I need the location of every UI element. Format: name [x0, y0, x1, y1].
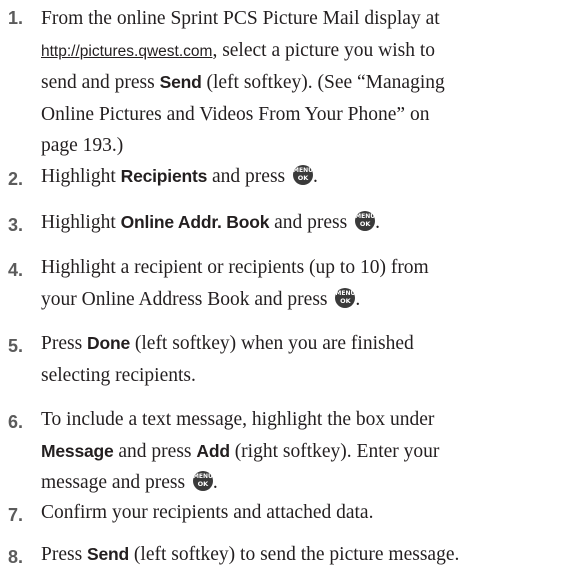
step-text: Press Send (left softkey) to send the pi…	[41, 539, 561, 571]
step-number: 1.	[8, 8, 24, 28]
step-text: From the online Sprint PCS Picture Mail …	[41, 3, 561, 162]
step-number: 7.	[8, 505, 24, 525]
step-text-line: send and press	[41, 72, 160, 93]
step-text: Highlight Recipients and press MENU OK.	[41, 165, 318, 187]
step-text-line: To include a text message, highlight the…	[41, 409, 435, 430]
step-text-line: selecting recipients.	[41, 364, 196, 386]
step-number: 2.	[8, 169, 24, 189]
step-text-line: , select a picture you wish to	[212, 39, 436, 61]
step-text-line: (left softkey) when you are finished	[130, 333, 414, 354]
step-text-line: Confirm your recipients and attached dat…	[41, 502, 374, 523]
step-text-line: and press	[269, 212, 353, 233]
step-text-line: and press	[207, 166, 290, 187]
step-text-line: page 193.)	[41, 135, 124, 156]
step-text-line: Highlight	[41, 212, 121, 233]
step-number: 3.	[8, 215, 24, 235]
step-number: 4.	[8, 260, 24, 280]
step-number: 5.	[8, 336, 24, 356]
recipients-label: Recipients	[120, 166, 208, 186]
menu-ok-key-icon: MENU OK	[293, 165, 313, 185]
instruction-steps: 1. From the online Sprint PCS Picture Ma…	[0, 0, 569, 572]
step-text: Confirm your recipients and attached dat…	[41, 497, 561, 529]
menu-ok-key-icon: MENU OK	[335, 287, 356, 308]
step-text-line: your Online Address Book and press	[41, 288, 333, 310]
online-addr-book-label: Online Addr. Book	[120, 212, 270, 232]
step-number: 6.	[8, 412, 24, 432]
send-label: Send	[159, 72, 202, 92]
done-label: Done	[87, 333, 130, 353]
step-text-line: Press	[41, 333, 88, 354]
step-text-line: From the online Sprint PCS Picture Mail …	[41, 8, 440, 29]
url-link[interactable]: http://pictures.qwest.com	[41, 43, 212, 60]
step-text-line: (right softkey). Enter your	[229, 440, 440, 462]
add-label: Add	[196, 440, 230, 461]
message-label: Message	[41, 440, 114, 461]
step-text-line: Highlight a recipient or recipients (up …	[41, 257, 429, 278]
step-text-line: and press	[113, 440, 197, 462]
menu-ok-key-icon: MENU OK	[355, 211, 376, 231]
menu-ok-key-icon: MENU OK	[192, 471, 213, 491]
step-text: Highlight a recipient or recipients (up …	[41, 257, 429, 310]
step-text: Highlight Online Addr. Book and press ME…	[41, 211, 380, 233]
step-text: Press Done (left softkey) when you are f…	[41, 328, 561, 391]
send-label: Send	[87, 544, 130, 564]
step-text-line: (left softkey) to send the picture messa…	[129, 544, 460, 565]
step-text-line: message and press	[41, 472, 190, 493]
step-text-line: Highlight	[41, 166, 121, 187]
step-text-line: (left softkey). (See “Managing	[201, 72, 445, 93]
step-text: To include a text message, highlight the…	[41, 409, 440, 493]
step-text-line: Online Pictures and Videos From Your Pho…	[41, 103, 430, 125]
step-number: 8.	[8, 547, 24, 567]
step-text-line: Press	[41, 544, 88, 565]
